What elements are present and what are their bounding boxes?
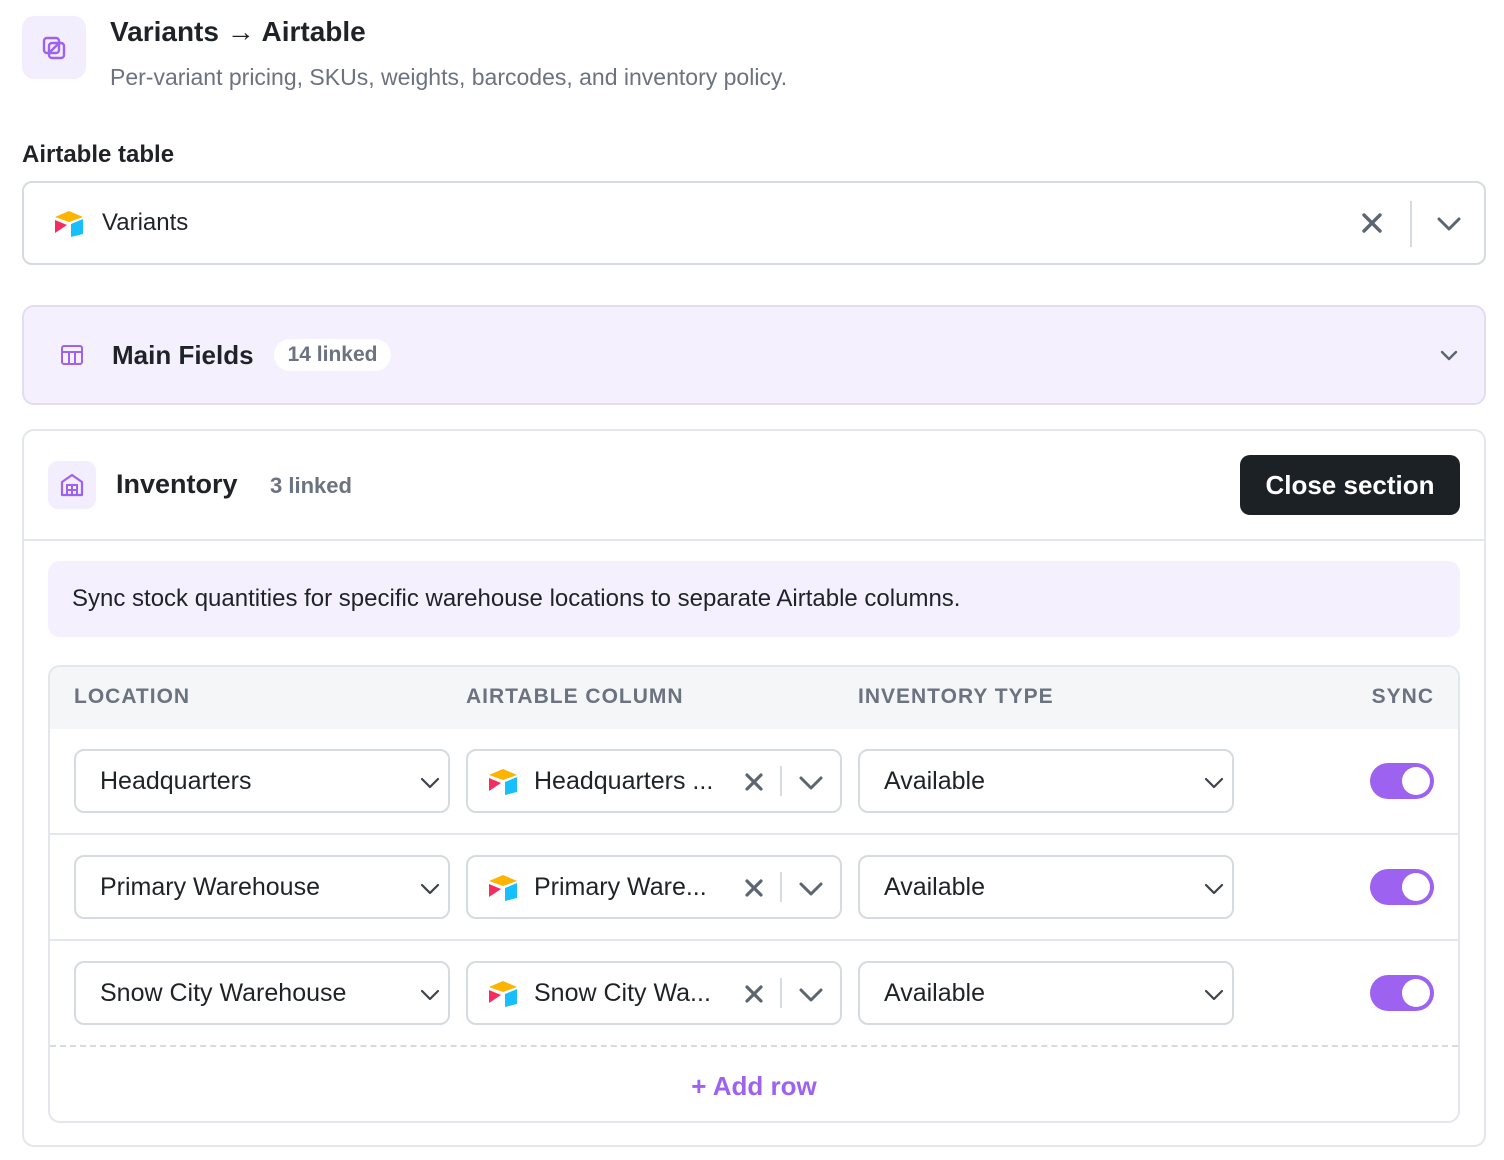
inventory-type-select[interactable]: Available bbox=[858, 961, 1234, 1025]
sync-toggle[interactable] bbox=[1370, 763, 1434, 799]
location-select[interactable]: Snow City Warehouse bbox=[74, 961, 450, 1025]
layers-icon bbox=[42, 36, 66, 59]
airtable-table-value: Variants bbox=[102, 209, 189, 236]
table-row: Snow City Warehouse Snow City Wa... Avai… bbox=[50, 941, 1458, 1047]
clear-icon[interactable] bbox=[1358, 209, 1386, 237]
select-divider bbox=[780, 766, 782, 796]
main-fields-section[interactable]: Main Fields 14 linked bbox=[22, 305, 1486, 405]
chevron-down-icon bbox=[420, 883, 440, 895]
table-row: Primary Warehouse Primary Ware... Availa… bbox=[50, 835, 1458, 941]
main-fields-linked-badge: 14 linked bbox=[273, 339, 392, 371]
chevron-down-icon bbox=[1204, 883, 1224, 895]
toggle-knob bbox=[1402, 979, 1430, 1007]
airtable-table-select[interactable]: Variants bbox=[22, 181, 1486, 265]
airtable-column-select[interactable]: Headquarters ... bbox=[466, 749, 842, 813]
warehouse-icon-tile bbox=[48, 461, 96, 509]
airtable-table-label: Airtable table bbox=[22, 141, 175, 168]
inventory-type-value: Available bbox=[884, 766, 986, 795]
airtable-column-select[interactable]: Snow City Wa... bbox=[466, 961, 842, 1025]
location-value: Headquarters bbox=[100, 766, 252, 795]
chevron-down-icon[interactable] bbox=[798, 773, 824, 793]
airtable-logo-icon bbox=[489, 875, 517, 901]
page-subtitle: Per-variant pricing, SKUs, weights, barc… bbox=[110, 64, 788, 90]
sync-toggle[interactable] bbox=[1370, 869, 1434, 905]
airtable-column-select[interactable]: Primary Ware... bbox=[466, 855, 842, 919]
warehouse-icon bbox=[60, 473, 84, 497]
inventory-info-note: Sync stock quantities for specific wareh… bbox=[48, 561, 1460, 637]
column-header-inventory-type: INVENTORY TYPE bbox=[858, 685, 1054, 708]
clear-icon[interactable] bbox=[742, 770, 766, 794]
airtable-logo-icon bbox=[489, 981, 517, 1007]
location-value: Snow City Warehouse bbox=[100, 978, 347, 1007]
chevron-down-icon[interactable] bbox=[1440, 349, 1458, 363]
toggle-knob bbox=[1402, 873, 1430, 901]
chevron-down-icon[interactable] bbox=[798, 879, 824, 899]
chevron-down-icon bbox=[1204, 989, 1224, 1001]
main-fields-title: Main Fields bbox=[112, 339, 254, 370]
column-header-location: LOCATION bbox=[74, 685, 191, 708]
table-grid-icon bbox=[61, 345, 83, 365]
inventory-type-value: Available bbox=[884, 872, 986, 901]
column-header-sync: SYNC bbox=[1371, 685, 1434, 708]
chevron-down-icon bbox=[420, 777, 440, 789]
airtable-column-value: Primary Ware... bbox=[534, 872, 707, 901]
table-row: Headquarters Headquarters ... Available bbox=[50, 729, 1458, 835]
select-divider bbox=[780, 978, 782, 1008]
inventory-mapping-table: LOCATION AIRTABLE COLUMN INVENTORY TYPE … bbox=[48, 665, 1460, 1123]
toggle-knob bbox=[1402, 767, 1430, 795]
inventory-type-value: Available bbox=[884, 978, 986, 1007]
inventory-section: Inventory 3 linked Close section Sync st… bbox=[22, 429, 1486, 1147]
select-divider bbox=[780, 872, 782, 902]
airtable-logo-icon bbox=[489, 769, 517, 795]
location-value: Primary Warehouse bbox=[100, 872, 320, 901]
variants-icon-tile bbox=[22, 16, 86, 79]
inventory-linked-count: 3 linked bbox=[270, 473, 352, 498]
airtable-column-value: Snow City Wa... bbox=[534, 978, 711, 1007]
airtable-logo-icon bbox=[55, 211, 83, 237]
select-divider bbox=[1410, 201, 1412, 247]
location-select[interactable]: Headquarters bbox=[74, 749, 450, 813]
table-header: LOCATION AIRTABLE COLUMN INVENTORY TYPE … bbox=[50, 667, 1458, 729]
page-title: Variants → Airtable bbox=[110, 16, 366, 47]
clear-icon[interactable] bbox=[742, 982, 766, 1006]
inventory-type-select[interactable]: Available bbox=[858, 749, 1234, 813]
inventory-type-select[interactable]: Available bbox=[858, 855, 1234, 919]
chevron-down-icon[interactable] bbox=[798, 985, 824, 1005]
sync-toggle[interactable] bbox=[1370, 975, 1434, 1011]
chevron-down-icon[interactable] bbox=[1436, 213, 1462, 235]
column-header-airtable-column: AIRTABLE COLUMN bbox=[466, 685, 684, 708]
inventory-header: Inventory 3 linked Close section bbox=[24, 431, 1484, 541]
airtable-column-value: Headquarters ... bbox=[534, 766, 714, 795]
inventory-title: Inventory bbox=[116, 469, 238, 499]
add-row-button[interactable]: + Add row bbox=[50, 1049, 1458, 1121]
close-section-button[interactable]: Close section bbox=[1240, 455, 1460, 515]
clear-icon[interactable] bbox=[742, 876, 766, 900]
chevron-down-icon bbox=[1204, 777, 1224, 789]
chevron-down-icon bbox=[420, 989, 440, 1001]
location-select[interactable]: Primary Warehouse bbox=[74, 855, 450, 919]
